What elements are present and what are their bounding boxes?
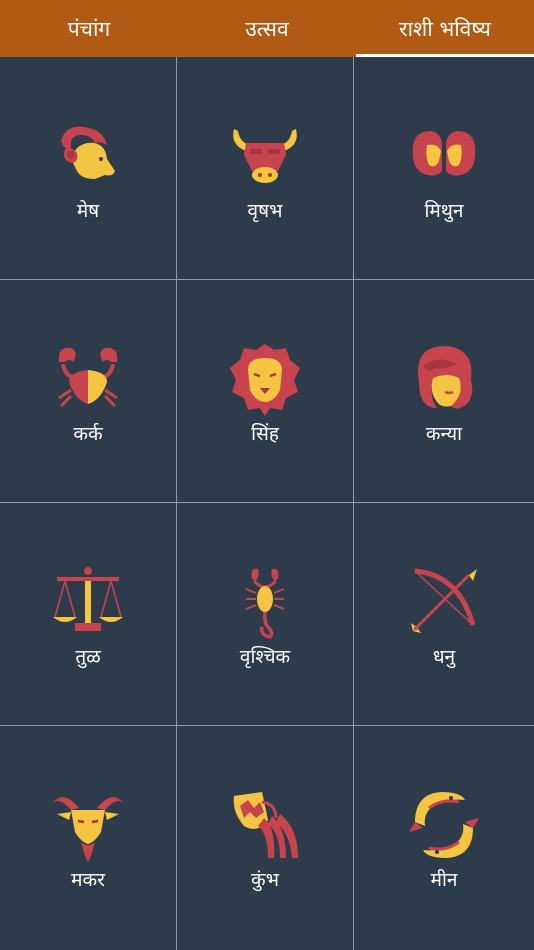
sign-label: मिथुन (424, 200, 464, 222)
taurus-bull-icon (233, 129, 297, 183)
zodiac-tile-virgo[interactable]: कन्या (354, 280, 534, 503)
zodiac-tile-leo[interactable]: सिंह (177, 280, 354, 503)
tab-panchang[interactable]: पंचांग (0, 0, 178, 57)
sign-label: मीन (430, 869, 458, 891)
zodiac-tile-aries[interactable]: मेष (0, 57, 177, 280)
sign-label: मकर (71, 869, 105, 891)
sign-label: वृषभ (247, 200, 283, 222)
tab-utsav[interactable]: उत्सव (178, 0, 356, 57)
tab-label: पंचांग (67, 16, 111, 41)
sign-label: वृश्चिक (239, 646, 291, 668)
zodiac-tile-gemini[interactable]: मिथुन (354, 57, 534, 280)
sign-label: सिंह (251, 423, 279, 445)
sagittarius-bow-icon (411, 568, 477, 633)
tab-label: राशी भविष्य (399, 16, 491, 41)
sign-label: तुळ (75, 646, 101, 668)
scorpio-scorpion-icon (245, 568, 285, 639)
zodiac-tile-scorpio[interactable]: वृश्चिक (177, 503, 354, 726)
zodiac-tile-capricorn[interactable]: मकर (0, 726, 177, 950)
pisces-fish-icon (409, 792, 479, 858)
aries-ram-icon (61, 126, 115, 179)
capricorn-goat-icon (53, 797, 123, 862)
sign-label: कुंभ (251, 869, 279, 891)
zodiac-tile-aquarius[interactable]: कुंभ (177, 726, 354, 950)
aquarius-pot-icon (233, 792, 298, 858)
zodiac-tile-cancer[interactable]: कर्क (0, 280, 177, 503)
zodiac-tile-libra[interactable]: तुळ (0, 503, 177, 726)
virgo-maiden-icon (418, 346, 473, 409)
sign-label: धनु (432, 646, 456, 668)
sign-label: मेष (76, 200, 100, 222)
libra-scales-icon (53, 567, 123, 631)
tab-label: उत्सव (245, 16, 289, 41)
cancer-crab-icon (58, 347, 118, 408)
gemini-twins-icon (412, 131, 476, 176)
leo-lion-icon (230, 344, 300, 416)
zodiac-tile-pisces[interactable]: मीन (354, 726, 534, 950)
sign-label: कन्या (425, 423, 463, 445)
zodiac-tile-taurus[interactable]: वृषभ (177, 57, 354, 280)
sign-label: कर्क (73, 423, 103, 445)
tab-bar: पंचांग उत्सव राशी भविष्य (0, 0, 534, 57)
zodiac-tile-sagittarius[interactable]: धनु (354, 503, 534, 726)
zodiac-grid: मेष वृषभ मिथुन कर्क सिंह कन्या तुळ वृश्च… (0, 57, 534, 950)
tab-rashi-bhavishya[interactable]: राशी भविष्य (356, 0, 534, 57)
